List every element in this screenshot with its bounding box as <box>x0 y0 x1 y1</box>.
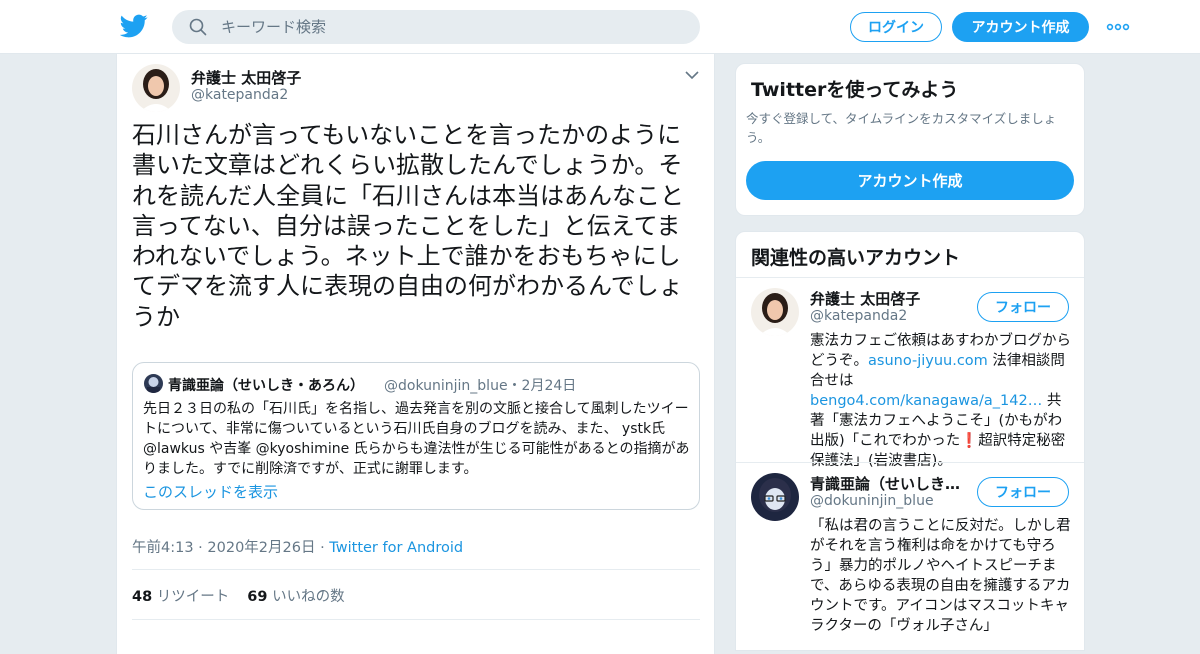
quoted-text: 先日２３日の私の「石川氏」を名指し、過去発言を別の文脈と接合して風刺したツイート… <box>143 401 690 477</box>
twitter-logo-icon[interactable] <box>120 12 148 40</box>
source-link[interactable]: Twitter for Android <box>329 540 463 556</box>
chevron-down-icon[interactable] <box>685 70 699 80</box>
tweet-timestamp: 午前4:13 · 2020年2月26日 · Twitter for Androi… <box>132 536 463 557</box>
divider <box>132 569 700 570</box>
account-avatar[interactable] <box>751 473 799 521</box>
show-thread-link[interactable]: このスレッドを表示 <box>143 481 278 502</box>
follow-button[interactable]: フォロー <box>977 292 1069 322</box>
retweets-count[interactable]: 48 <box>132 589 152 605</box>
divider <box>736 277 1084 278</box>
quoted-meta: @dokuninjin_blue・2月24日 <box>384 378 577 394</box>
bio-link[interactable]: bengo4.com/kanagawa/a_142… <box>810 393 1042 409</box>
quoted-author-name: 青識亜論（せいしき・あろん） <box>168 378 364 394</box>
promo-title: Twitterを使ってみよう <box>751 79 959 101</box>
account-bio: 「私は君の言うことに反対だ。しかし君がそれを言う権利は命をかけても守ろう」暴力的… <box>810 518 1071 634</box>
likes-count[interactable]: 69 <box>247 589 267 605</box>
account-handle[interactable]: @katepanda2 <box>810 308 907 324</box>
search-bar[interactable] <box>172 10 700 44</box>
quoted-tweet[interactable]: 青識亜論（せいしき・あろん） @dokuninjin_blue・2月24日 先日… <box>132 362 700 510</box>
tweet-text: 石川さんが言ってもいないことを言ったかのように書いた文章はどれくらい拡散したんで… <box>132 121 684 331</box>
related-title: 関連性の高いアカウント <box>751 247 961 269</box>
account-name[interactable]: 弁護士 太田啓子 <box>810 288 968 309</box>
tweet-card: 弁護士 太田啓子 @katepanda2 石川さんが言ってもいないことを言ったか… <box>116 54 715 654</box>
avatar[interactable] <box>132 64 180 112</box>
quoted-avatar <box>144 374 163 393</box>
related-accounts: 関連性の高いアカウント 弁護士 太田啓子 @katepanda2 フォロー 憲法… <box>735 231 1085 651</box>
promo-subtitle: 今すぐ登録して、タイムラインをカスタマイズしましょう。 <box>746 111 1057 145</box>
divider <box>132 619 700 620</box>
signup-promo: Twitterを使ってみよう 今すぐ登録して、タイムラインをカスタマイズしましょ… <box>735 63 1085 216</box>
top-nav: ログイン アカウント作成 <box>0 0 1200 54</box>
divider <box>736 462 1084 463</box>
tweet-stats: 48 リツイート 69 いいねの数 <box>132 585 345 606</box>
follow-button[interactable]: フォロー <box>977 477 1069 507</box>
author-handle[interactable]: @katepanda2 <box>191 87 288 103</box>
search-input[interactable] <box>221 18 661 36</box>
promo-signup-button[interactable]: アカウント作成 <box>746 161 1074 200</box>
timestamp-text: 午前4:13 · 2020年2月26日 · <box>132 540 330 556</box>
bio-link[interactable]: asuno-jiyuu.com <box>868 353 988 369</box>
account-name[interactable]: 青識亜論（せいしき・あろん） <box>810 473 968 494</box>
signup-button[interactable]: アカウント作成 <box>952 12 1089 42</box>
login-button[interactable]: ログイン <box>850 12 942 42</box>
likes-label[interactable]: いいねの数 <box>272 589 345 605</box>
search-icon <box>189 18 207 36</box>
retweets-label[interactable]: リツイート <box>157 589 230 605</box>
author-name[interactable]: 弁護士 太田啓子 <box>191 67 301 88</box>
account-avatar[interactable] <box>751 288 799 336</box>
account-bio: 憲法カフェご依頼はあすわかブログからどうぞ。asuno-jiyuu.com 法律… <box>810 331 1072 471</box>
account-handle[interactable]: @dokuninjin_blue <box>810 493 934 509</box>
more-icon[interactable] <box>1106 20 1130 34</box>
